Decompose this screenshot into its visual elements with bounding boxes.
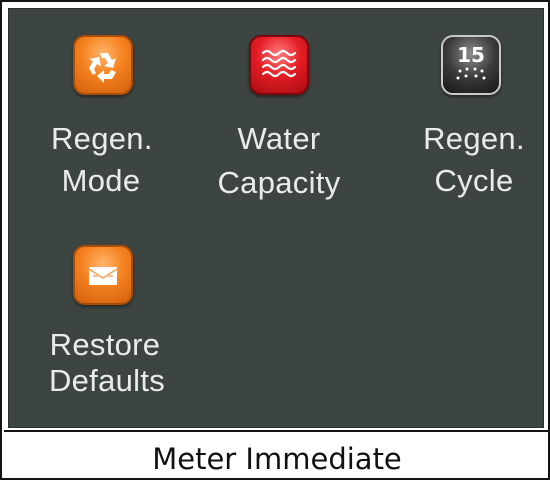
restore-defaults-label-line2: Defaults [48,363,166,398]
regen-cycle-label-line2: Cycle [434,163,514,198]
envelope-icon [73,245,133,305]
cycle-15-icon: 15 [441,35,501,95]
regen-mode-label-line1: Regen. [51,121,153,156]
water-capacity-label-line2: Capacity [217,165,341,200]
water-capacity-label-line1: Water [237,121,321,156]
status-bar: Meter Immediate [4,430,550,482]
recycle-icon [73,35,133,95]
regen-cycle-label-line1: Regen. [423,121,525,156]
status-text: Meter Immediate [152,442,402,476]
water-waves-icon [249,35,309,95]
device-frame: Regen. Mode Water Capacity 15 Regen. Cyc… [0,0,550,480]
menu-screen: Regen. Mode Water Capacity 15 Regen. Cyc… [8,8,544,428]
restore-defaults-label-line1: Restore [49,327,161,362]
regen-mode-label-line2: Mode [61,163,141,198]
